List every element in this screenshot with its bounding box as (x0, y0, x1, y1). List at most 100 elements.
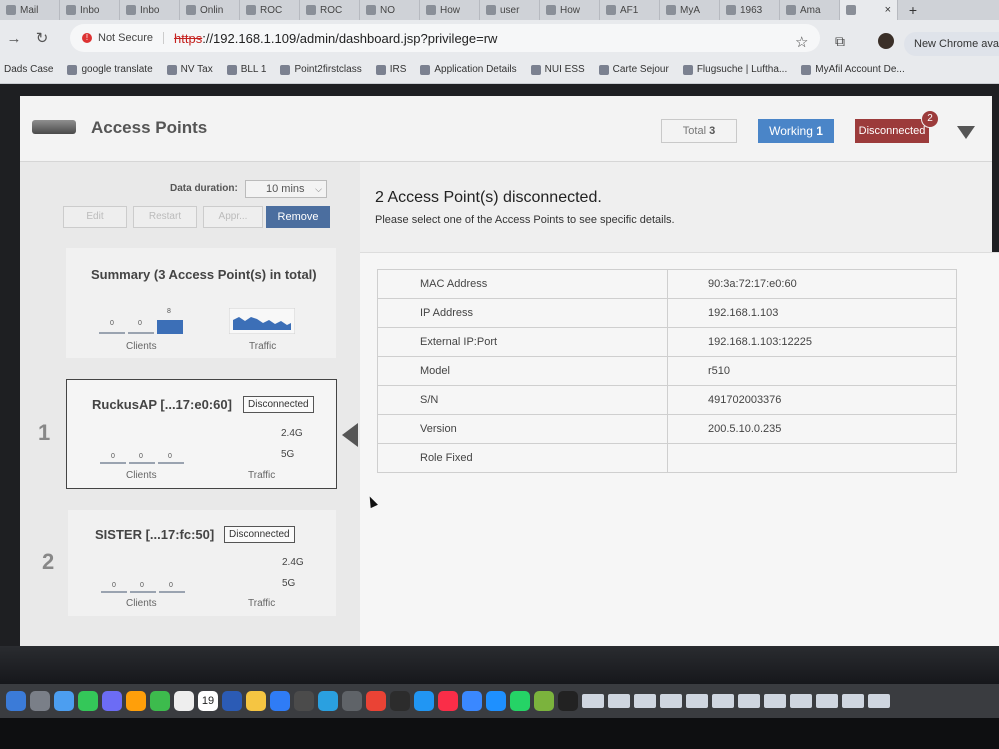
profile-avatar[interactable] (878, 33, 894, 49)
chrome-update-button[interactable]: New Chrome avail (904, 32, 999, 56)
browser-tab[interactable]: AF1 (600, 0, 660, 20)
minimized-window-thumbnail[interactable] (660, 694, 682, 708)
dock-app-icon[interactable] (6, 691, 26, 711)
bookmark-favicon-icon (598, 64, 609, 75)
bookmark-item[interactable]: NUI ESS (530, 64, 585, 75)
minimized-window-thumbnail[interactable] (712, 694, 734, 708)
screen-bezel (0, 646, 999, 686)
browser-tab[interactable]: Mail (0, 0, 60, 20)
dock-app-icon[interactable] (438, 691, 458, 711)
bookmark-item[interactable]: Dads Case (4, 64, 53, 75)
security-indicator[interactable]: ! Not Secure (82, 32, 165, 44)
clients-label: Clients (126, 341, 157, 352)
dock-app-icon[interactable] (126, 691, 146, 711)
dock-app-icon[interactable] (366, 691, 386, 711)
bookmark-item[interactable]: NV Tax (166, 64, 213, 75)
address-bar[interactable]: ! Not Secure https://192.168.1.109/admin… (70, 24, 820, 52)
restart-button[interactable]: Restart (133, 206, 197, 228)
bookmarks-bar: Dads Case google translate NV Tax BLL 1 Poin… (0, 56, 999, 84)
dock-app-icon[interactable] (342, 691, 362, 711)
bookmark-item[interactable]: Application Details (420, 64, 517, 75)
details-row: Role Fixed (377, 443, 957, 473)
minimized-window-thumbnail[interactable] (686, 694, 708, 708)
browser-tab[interactable]: Ama (780, 0, 840, 20)
summary-count-3: 8 (167, 308, 171, 315)
clients-bar (128, 332, 154, 334)
browser-tab[interactable]: How (420, 0, 480, 20)
summary-count-1: 0 (110, 320, 114, 327)
minimized-window-thumbnail[interactable] (842, 694, 864, 708)
dock-app-icon[interactable] (30, 691, 50, 711)
dock-app-icon[interactable] (318, 691, 338, 711)
edit-button[interactable]: Edit (63, 206, 127, 228)
clients-bar (159, 591, 185, 593)
filter-total-button[interactable]: Total 3 (661, 119, 737, 143)
tab-favicon-icon (186, 5, 196, 15)
browser-tab-active[interactable]: × (840, 0, 898, 20)
dock-app-icon[interactable] (246, 691, 266, 711)
browser-tab[interactable]: Inbo (120, 0, 180, 20)
dock-app-icon[interactable] (54, 691, 74, 711)
forward-icon[interactable]: → (0, 30, 28, 47)
ap-card-1[interactable]: RuckusAP [...17:e0:60] Disconnected 2.4G… (66, 379, 337, 489)
browser-tab[interactable]: 1963 (720, 0, 780, 20)
disconnected-subheading: Please select one of the Access Points t… (375, 214, 675, 226)
dock-app-icon[interactable] (78, 691, 98, 711)
dock-app-icon[interactable] (462, 691, 482, 711)
approve-button[interactable]: Appr... (203, 206, 263, 228)
minimized-window-thumbnail[interactable] (608, 694, 630, 708)
dock-app-icon[interactable] (294, 691, 314, 711)
dock-app-icon[interactable] (510, 691, 530, 711)
filter-working-button[interactable]: Working 1 (758, 119, 834, 143)
dock-app-icon[interactable] (558, 691, 578, 711)
bookmark-label: Point2firstclass (294, 64, 362, 75)
minimized-window-thumbnail[interactable] (634, 694, 656, 708)
chevron-down-icon[interactable] (957, 126, 975, 139)
filter-disconnected-button[interactable]: Disconnected (855, 119, 929, 143)
dock-app-icon[interactable] (174, 691, 194, 711)
ap-card-2[interactable]: SISTER [...17:fc:50] Disconnected 2.4G 5… (68, 510, 336, 616)
browser-tab[interactable]: How (540, 0, 600, 20)
bookmark-star-icon[interactable]: ☆ (795, 33, 808, 51)
bookmark-item[interactable]: BLL 1 (226, 64, 266, 75)
browser-tab[interactable]: ROC (240, 0, 300, 20)
browser-tab[interactable]: user (480, 0, 540, 20)
bookmark-item[interactable]: Flugsuche | Luftha... (682, 64, 787, 75)
browser-tab[interactable]: MyA (660, 0, 720, 20)
close-icon[interactable]: × (885, 4, 891, 16)
minimized-window-thumbnail[interactable] (790, 694, 812, 708)
dock-app-icon[interactable] (534, 691, 554, 711)
bookmark-label: IRS (389, 64, 407, 75)
bookmark-favicon-icon (801, 64, 812, 75)
bookmark-item[interactable]: Carte Sejour (598, 64, 669, 75)
calendar-app-icon[interactable]: 19 (198, 691, 218, 711)
dock-app-icon[interactable] (222, 691, 242, 711)
bookmark-favicon-icon (530, 64, 541, 75)
dock-app-icon[interactable] (414, 691, 434, 711)
bookmark-item[interactable]: IRS (375, 64, 407, 75)
dock-app-icon[interactable] (102, 691, 122, 711)
dock-app-icon[interactable] (486, 691, 506, 711)
remove-button[interactable]: Remove (266, 206, 330, 228)
minimized-window-thumbnail[interactable] (868, 694, 890, 708)
minimized-window-thumbnail[interactable] (582, 694, 604, 708)
reload-icon[interactable]: ↻ (28, 29, 56, 47)
minimized-window-thumbnail[interactable] (738, 694, 760, 708)
data-duration-select[interactable]: 10 mins ⌵ (245, 180, 327, 198)
dock-app-icon[interactable] (270, 691, 290, 711)
browser-tab[interactable]: Inbo (60, 0, 120, 20)
extensions-icon[interactable]: ⧉ (835, 33, 845, 50)
dock-app-icon[interactable] (150, 691, 170, 711)
new-tab-button[interactable]: + (898, 2, 928, 18)
dock-app-icon[interactable] (390, 691, 410, 711)
summary-card[interactable]: Summary (3 Access Point(s) in total) 0 0… (66, 248, 336, 358)
browser-tab[interactable]: NO (360, 0, 420, 20)
minimized-window-thumbnail[interactable] (764, 694, 786, 708)
bookmark-item[interactable]: Point2firstclass (280, 64, 362, 75)
minimized-window-thumbnail[interactable] (816, 694, 838, 708)
browser-tab[interactable]: Onlin (180, 0, 240, 20)
bookmark-item[interactable]: google translate (67, 64, 153, 75)
clients-bar (100, 462, 126, 464)
bookmark-item[interactable]: MyAfil Account De... (801, 64, 905, 75)
browser-tab[interactable]: ROC (300, 0, 360, 20)
